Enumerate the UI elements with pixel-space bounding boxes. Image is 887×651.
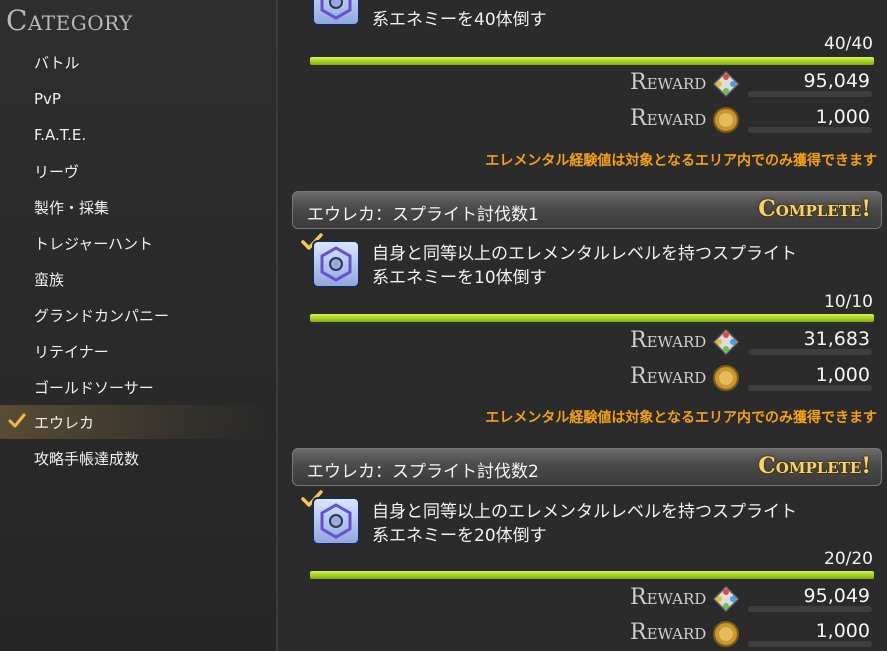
category-item-label: グランドカンパニー	[34, 306, 170, 325]
category-item-label: リーヴ	[34, 162, 80, 181]
category-item-leve[interactable]: リーヴ	[0, 154, 270, 188]
category-item-battle[interactable]: バトル	[0, 45, 270, 79]
achievement-description-line1: 自身と同等以上のエレメンタルレベルを持つスプライト	[372, 244, 797, 264]
reward-row: Reward 1,000	[620, 360, 880, 394]
category-item-beast-tribes[interactable]: 蛮族	[0, 262, 270, 296]
category-item-label: PvP	[34, 90, 61, 108]
elemental-exp-icon	[712, 585, 740, 613]
achievement-description-line2: 系エネミーを40体倒す	[372, 10, 547, 30]
achievement-description-line1: 自身と同等以上のエレメンタルレベルを持つスプライト	[372, 502, 797, 522]
reward-note: エレメンタル経験値は対象となるエリア内でのみ獲得できます	[485, 410, 877, 426]
category-item-label: 製作・採集	[34, 198, 110, 217]
category-item-label: 攻略手帳達成数	[34, 449, 140, 468]
gil-coin-icon	[713, 621, 739, 647]
achievement-title: エウレカ：スプライト討伐数1	[307, 205, 539, 225]
reward-row: Reward 31,683	[620, 324, 880, 358]
achievement-progress: 10/10	[824, 292, 873, 312]
reward-label: Reward	[630, 328, 707, 353]
category-item-fate[interactable]: F.A.T.E.	[0, 118, 270, 152]
achievement-progress: 40/40	[824, 34, 873, 54]
category-item-hunting-log[interactable]: 攻略手帳達成数	[0, 441, 270, 475]
reward-value: 95,049	[803, 70, 870, 92]
reward-value: 31,683	[803, 328, 870, 350]
achievement-header[interactable]: エウレカ：スプライト討伐数2 Complete!	[292, 448, 882, 486]
achievement-progress: 20/20	[824, 549, 873, 569]
category-item-eureka[interactable]: エウレカ	[0, 405, 270, 439]
reward-label: Reward	[630, 620, 707, 645]
achievement-progress-bar	[310, 57, 874, 65]
reward-value: 95,049	[803, 585, 870, 607]
gil-coin-icon	[713, 365, 739, 391]
complete-badge: Complete!	[758, 453, 871, 479]
category-item-crafting-gathering[interactable]: 製作・採集	[0, 190, 270, 224]
category-title: Category	[6, 4, 133, 37]
reward-note: エレメンタル経験値は対象となるエリア内でのみ獲得できます	[485, 153, 877, 169]
reward-value: 1,000	[815, 620, 870, 642]
reward-label: Reward	[630, 70, 707, 95]
reward-label: Reward	[630, 106, 707, 131]
achievement-description-line2: 系エネミーを20体倒す	[372, 526, 547, 546]
category-item-label: ゴールドソーサー	[34, 378, 154, 397]
achievement-title: エウレカ：スプライト討伐数2	[307, 462, 539, 482]
elemental-exp-icon	[712, 328, 740, 356]
checkmark-icon	[8, 413, 26, 428]
reward-label: Reward	[630, 364, 707, 389]
complete-badge: Complete!	[758, 196, 871, 222]
achievement-progress-bar	[310, 571, 874, 579]
reward-row: Reward 1,000	[620, 102, 880, 136]
category-sidebar: Category バトル PvP F.A.T.E. リーヴ 製作・採集 トレジャ…	[0, 0, 278, 651]
category-item-grand-company[interactable]: グランドカンパニー	[0, 298, 270, 332]
achievement-icon	[312, 240, 360, 288]
achievement-header[interactable]: エウレカ：スプライト討伐数1 Complete!	[292, 191, 882, 229]
category-item-gold-saucer[interactable]: ゴールドソーサー	[0, 370, 270, 404]
category-item-label: 蛮族	[34, 270, 65, 289]
category-item-pvp[interactable]: PvP	[0, 82, 270, 116]
reward-value: 1,000	[815, 364, 870, 386]
category-item-label: F.A.T.E.	[34, 126, 87, 144]
reward-row: Reward 95,049	[620, 581, 880, 615]
reward-row: Reward 95,049	[620, 66, 880, 100]
reward-row: Reward 1,000	[620, 616, 880, 650]
achievement-description-line2: 系エネミーを10体倒す	[372, 268, 547, 288]
achievement-list: 系エネミーを40体倒す 40/40 Reward 95,049 Reward 1…	[280, 0, 887, 651]
reward-value: 1,000	[815, 106, 870, 128]
category-item-label: エウレカ	[34, 413, 95, 432]
category-item-treasure-hunt[interactable]: トレジャーハント	[0, 226, 270, 260]
gil-coin-icon	[713, 107, 739, 133]
achievement-progress-bar	[310, 314, 874, 322]
category-item-label: バトル	[34, 53, 80, 72]
category-item-label: リテイナー	[34, 342, 109, 361]
achievement-icon	[312, 0, 360, 26]
category-item-label: トレジャーハント	[34, 234, 153, 253]
category-item-retainer[interactable]: リテイナー	[0, 334, 270, 368]
reward-label: Reward	[630, 585, 707, 610]
elemental-exp-icon	[712, 70, 740, 98]
achievement-icon	[312, 497, 360, 545]
